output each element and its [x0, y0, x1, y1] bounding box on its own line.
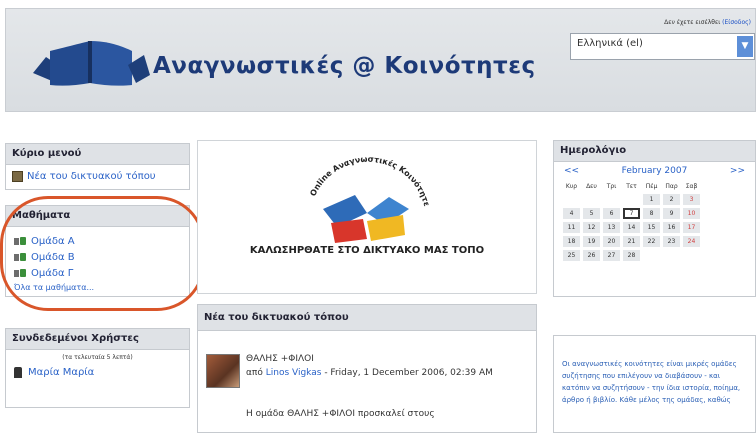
description-text: Οι αναγνωστικές κοινότητες είναι μικρές … [562, 360, 741, 404]
news-icon [12, 171, 23, 182]
calendar-empty-cell [683, 250, 700, 261]
calendar-weekday: Πέμ [645, 182, 658, 190]
calendar-day[interactable]: 13 [603, 222, 620, 233]
calendar-day[interactable]: 6 [603, 208, 620, 219]
main-menu-title: Κύριο μενού [6, 144, 189, 165]
calendar-grid: Κυρ Δευ Τρι Τετ Πέμ Παρ Σαβ 1 2 3 4 5 6 7 8 9 10 11 12 13 1… [560, 178, 703, 264]
calendar-day[interactable]: 24 [683, 236, 700, 247]
calendar-weekday: Παρ [665, 182, 678, 190]
calendar-weekday: Τρι [606, 182, 617, 190]
calendar-weekday: Τετ [626, 182, 637, 190]
main-menu-item-news[interactable]: Νέα του δικτυακού τόπου [6, 165, 189, 188]
calendar-prev-link[interactable]: << [564, 166, 579, 176]
site-title: Αναγνωστικές @ Κοινότητες [153, 53, 536, 79]
calendar-day[interactable]: 3 [683, 194, 700, 205]
calendar-empty-cell [623, 194, 640, 205]
open-book-logo-icon: Online Αναγνωστικές Κοινότητες [293, 151, 431, 243]
language-select-value: Ελληνικά (el) [577, 38, 643, 49]
post-subject: ΘΑΛΗΣ +ΦΙΛΟΙ [246, 354, 314, 364]
calendar-day[interactable]: 28 [623, 250, 640, 261]
calendar-day[interactable]: 16 [663, 222, 680, 233]
svg-text:Online Αναγνωστικές Κοινότητες: Online Αναγνωστικές Κοινότητες [293, 151, 431, 207]
online-users-block: Συνδεδεμένοι Χρήστες (τα τελευταία 5 λεπ… [5, 328, 190, 408]
calendar-title: Ημερολόγιο [554, 141, 755, 162]
calendar-day[interactable]: 18 [563, 236, 580, 247]
main-menu-item-label[interactable]: Νέα του δικτυακού τόπου [27, 171, 156, 182]
calendar-weekday: Κυρ [565, 182, 578, 190]
calendar-week: 11 12 13 14 15 16 17 [563, 222, 700, 233]
main-menu-block: Κύριο μενού Νέα του δικτυακού τόπου [5, 143, 190, 190]
calendar-day[interactable]: 25 [563, 250, 580, 261]
language-select[interactable]: Ελληνικά (el) ▼ [570, 33, 755, 60]
news-block: Νέα του δικτυακού τόπου ΘΑΛΗΣ +ΦΙΛΟΙ από… [197, 304, 537, 433]
calendar-next-link[interactable]: >> [730, 166, 745, 176]
calendar-block: Ημερολόγιο << February 2007 >> Κυρ Δευ Τρι… [553, 140, 756, 297]
welcome-panel: Online Αναγνωστικές Κοινότητες ΚΑΛΩΣΗΡΘΑ… [197, 140, 537, 294]
calendar-empty-cell [643, 250, 660, 261]
calendar-day[interactable]: 9 [663, 208, 680, 219]
calendar-day[interactable]: 23 [663, 236, 680, 247]
calendar-day[interactable]: 17 [683, 222, 700, 233]
calendar-day[interactable]: 15 [643, 222, 660, 233]
calendar-week: 123 [563, 194, 700, 205]
login-info: Δεν έχετε εισέλθει (Είσοδος) [664, 19, 751, 26]
calendar-day[interactable]: 7 [623, 208, 640, 219]
online-user-name[interactable]: Μαρία Μαρία [28, 367, 94, 378]
calendar-day[interactable]: 27 [603, 250, 620, 261]
calendar-day[interactable]: 20 [603, 236, 620, 247]
post-meta: από Linos Vigkas - Friday, 1 December 20… [246, 367, 531, 379]
post-by-label: από [246, 368, 263, 378]
calendar-nav: << February 2007 >> [554, 162, 755, 178]
calendar-day[interactable]: 11 [563, 222, 580, 233]
calendar-day[interactable]: 19 [583, 236, 600, 247]
calendar-empty-cell [603, 194, 620, 205]
site-header: Αναγνωστικές @ Κοινότητες Δεν έχετε εισέ… [5, 8, 756, 112]
calendar-day[interactable]: 22 [643, 236, 660, 247]
user-icon [14, 367, 22, 378]
logo-arc-text: Online Αναγνωστικές Κοινότητες [293, 151, 431, 207]
chevron-down-icon[interactable]: ▼ [737, 36, 753, 57]
welcome-message: ΚΑΛΩΣΗΡΘΑΤΕ ΣΤΟ ΔΙΚΤΥΑΚΟ ΜΑΣ ΤΟΠΟ [249, 245, 485, 256]
calendar-week: 18 19 20 21 22 23 24 [563, 236, 700, 247]
calendar-weekday: Σαβ [685, 182, 698, 190]
calendar-day[interactable]: 12 [583, 222, 600, 233]
post-date: - Friday, 1 December 2006, 02:39 AM [321, 368, 493, 378]
calendar-weekday: Δευ [586, 182, 597, 190]
author-avatar[interactable] [206, 354, 240, 388]
book-reader-logo-icon [33, 41, 150, 86]
calendar-empty-cell [663, 250, 680, 261]
calendar-day[interactable]: 1 [643, 194, 660, 205]
calendar-day[interactable]: 5 [583, 208, 600, 219]
calendar-day[interactable]: 21 [623, 236, 640, 247]
calendar-day[interactable]: 26 [583, 250, 600, 261]
calendar-empty-cell [583, 194, 600, 205]
calendar-day[interactable]: 10 [683, 208, 700, 219]
login-link[interactable]: (Είσοδος) [722, 19, 751, 26]
calendar-day[interactable]: 2 [663, 194, 680, 205]
post-author-link[interactable]: Linos Vigkas [266, 368, 322, 378]
online-users-title: Συνδεδεμένοι Χρήστες [6, 329, 189, 350]
online-user-item[interactable]: Μαρία Μαρία [6, 365, 189, 380]
login-status-text: Δεν έχετε εισέλθει [664, 19, 721, 26]
highlight-circle [0, 196, 205, 311]
calendar-month-link[interactable]: February 2007 [622, 166, 688, 176]
post-body: Η ομάδα ΘΑΛΗΣ +ΦΙΛΟΙ προσκαλεί στους [246, 409, 435, 419]
description-block: Οι αναγνωστικές κοινότητες είναι μικρές … [553, 335, 756, 433]
calendar-day[interactable]: 4 [563, 208, 580, 219]
calendar-empty-cell [563, 194, 580, 205]
calendar-day[interactable]: 8 [643, 208, 660, 219]
calendar-week: 4 5 6 7 8 9 10 [563, 208, 700, 219]
calendar-day[interactable]: 14 [623, 222, 640, 233]
online-users-period: (τα τελευταία 5 λεπτά) [62, 354, 133, 361]
news-title: Νέα του δικτυακού τόπου [198, 305, 536, 331]
calendar-week: 25 26 27 28 [563, 250, 700, 261]
